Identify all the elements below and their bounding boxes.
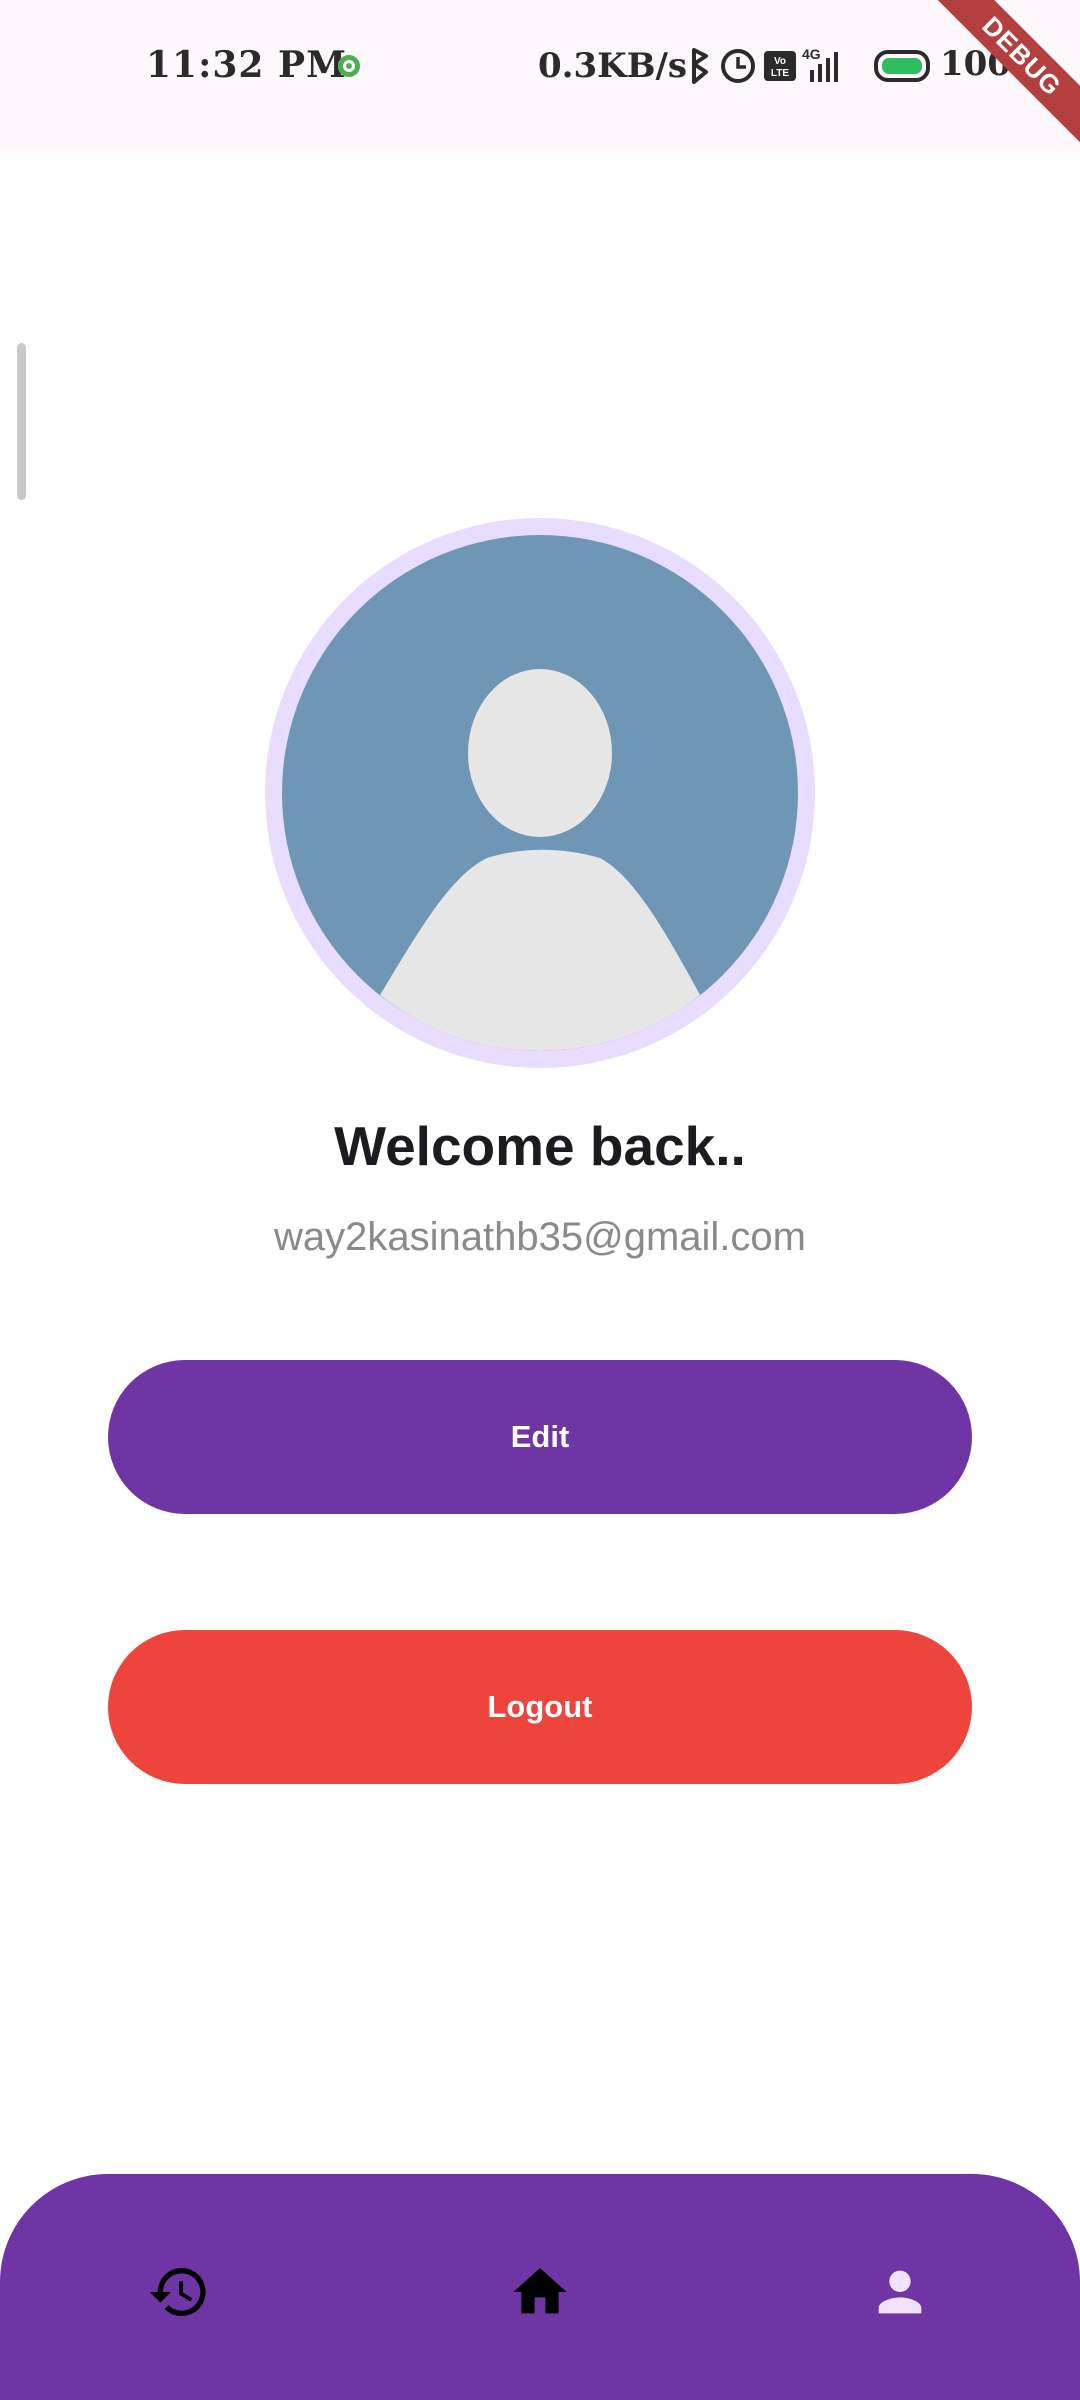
svg-text:Vo: Vo xyxy=(774,56,786,67)
volte-icon: Vo LTE xyxy=(764,51,796,81)
bottom-navigation-bar xyxy=(0,2174,1080,2400)
avatar[interactable] xyxy=(282,535,798,1051)
person-icon xyxy=(878,2270,922,2314)
signal-icon: 4G xyxy=(802,46,838,82)
battery-icon xyxy=(874,50,930,82)
user-email: way2kasinathb35@gmail.com xyxy=(274,1215,806,1259)
bluetooth-icon xyxy=(692,48,708,84)
home-icon xyxy=(513,2268,567,2314)
logout-button[interactable]: Logout xyxy=(108,1630,972,1784)
default-user-avatar-icon xyxy=(380,669,700,1051)
svg-text:LTE: LTE xyxy=(771,68,789,79)
nav-history[interactable] xyxy=(147,2260,211,2324)
status-icons: Vo LTE 4G xyxy=(692,46,930,84)
notification-dot-icon xyxy=(338,55,360,77)
avatar-ring xyxy=(265,518,815,1068)
welcome-heading: Welcome back.. xyxy=(334,1115,746,1177)
svg-text:4G: 4G xyxy=(802,46,821,62)
network-speed: 0.3KB/s xyxy=(538,46,687,86)
clock-icon xyxy=(721,49,755,83)
status-time: 11:32 PM xyxy=(146,44,347,86)
nav-profile[interactable] xyxy=(868,2260,932,2324)
status-bar: 11:32 PM 0.3KB/s Vo LTE 4G 100% xyxy=(0,0,1080,154)
edit-button[interactable]: Edit xyxy=(108,1360,972,1514)
scrollbar[interactable] xyxy=(17,343,26,500)
history-icon xyxy=(149,2268,206,2316)
nav-home[interactable] xyxy=(508,2260,572,2324)
